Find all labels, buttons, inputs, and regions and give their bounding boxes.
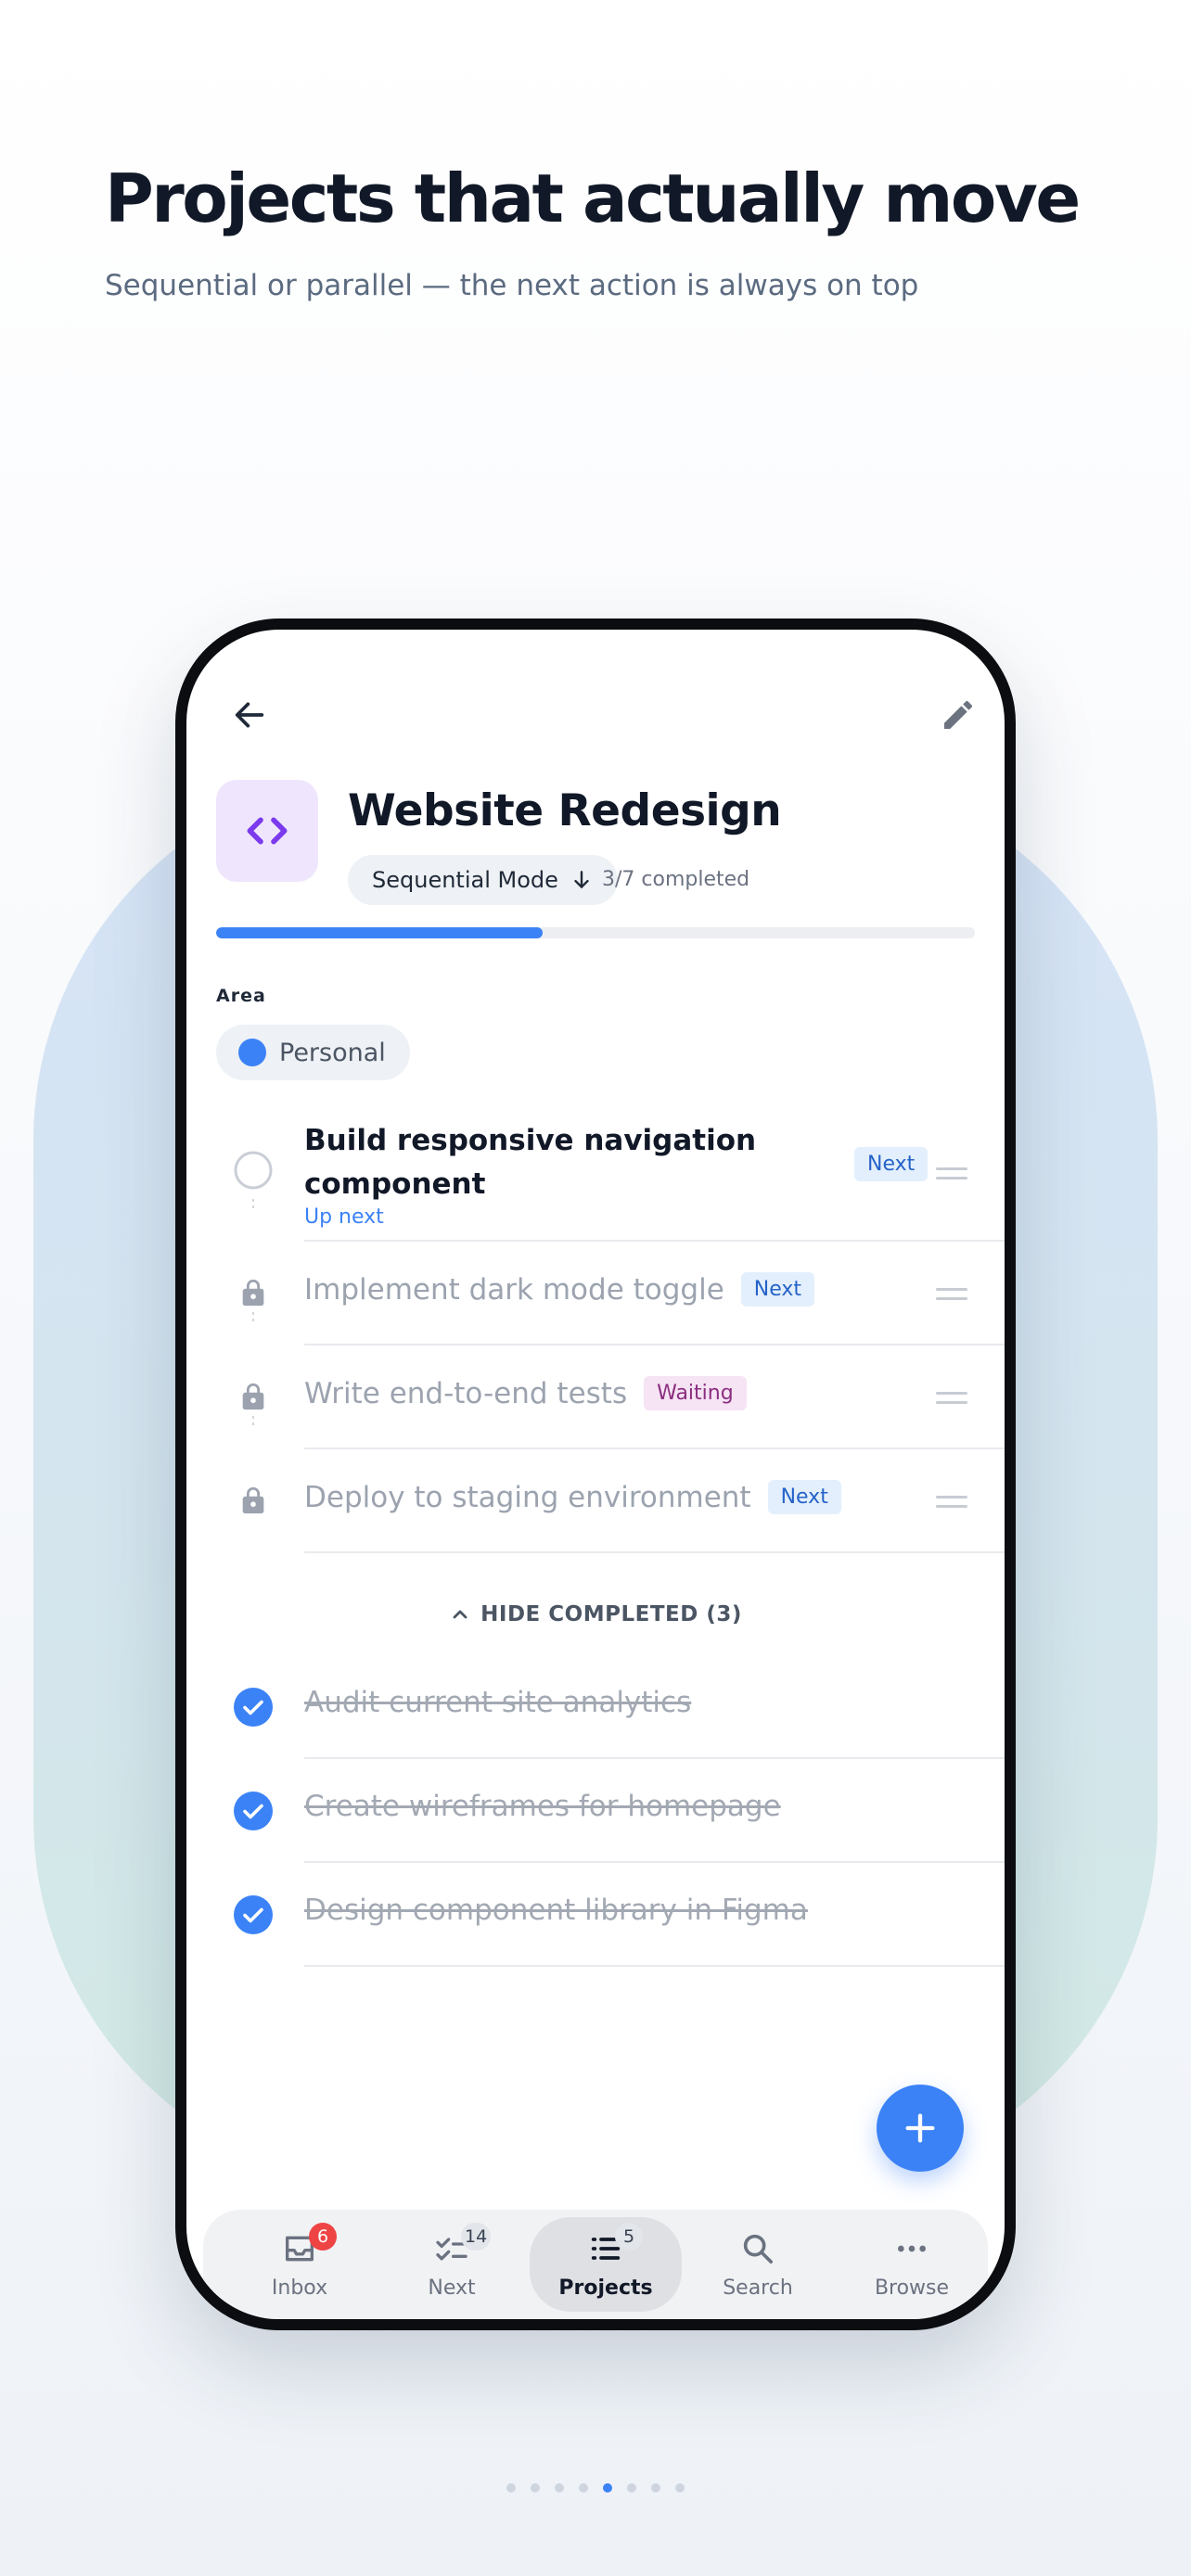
completed-count: 3/7 completed [602,868,750,891]
tab-label: Search [723,2276,793,2300]
area-value: Personal [279,1038,386,1067]
task-row[interactable]: Implement dark mode toggle Next [186,1242,1005,1345]
task-title-text: Deploy to staging environment [304,1480,751,1514]
tab-label: Inbox [271,2276,328,2300]
task-checkbox-checked[interactable] [232,1686,275,1728]
next-count-badge: 14 [461,2223,492,2251]
task-badge-next: Next [854,1147,928,1181]
phone-frame: Website Redesign Sequential Mode 3/7 com… [175,618,1016,2330]
task-lock [232,1375,275,1418]
phone-screen: Website Redesign Sequential Mode 3/7 com… [186,630,1005,2319]
edit-button[interactable] [928,685,988,745]
tab-inbox[interactable]: 6 Inbox [224,2210,376,2319]
completed-task-title: Audit current site analytics [304,1686,692,1719]
bottom-tab-bar: 6 Inbox 14 Next 5 Projects Search Browse [203,2210,988,2319]
task-subtitle: Up next [304,1205,384,1229]
task-title: Write end-to-end tests Waiting [304,1376,747,1410]
completed-task-row[interactable]: Audit current site analytics [186,1655,1005,1759]
area-label: Area [216,986,266,1006]
sequence-connector [252,1312,254,1325]
mode-dropdown[interactable]: Sequential Mode [348,855,618,905]
inbox-count-badge: 6 [309,2223,337,2251]
task-title-text: Write end-to-end tests [304,1376,628,1410]
tab-browse[interactable]: Browse [836,2210,988,2319]
page-dot [506,2483,516,2493]
page-dot [579,2483,588,2493]
drag-handle[interactable] [936,1167,967,1180]
mode-label: Sequential Mode [372,867,558,893]
task-checkbox[interactable] [232,1149,275,1192]
task-title: Deploy to staging environment Next [304,1480,841,1514]
task-title: Build responsive navigation component [304,1124,757,1201]
hide-completed-toggle[interactable]: HIDE COMPLETED (3) [186,1602,1005,1626]
check-circle-icon [234,1688,273,1727]
row-divider [304,1965,1005,1967]
completed-task-title: Design component library in Figma [304,1894,808,1927]
tab-label: Next [428,2276,476,2300]
drag-handle[interactable] [936,1288,967,1301]
task-title-text: Implement dark mode toggle [304,1272,724,1307]
hero-subhead: Sequential or parallel — the next action… [105,269,919,302]
chevron-up-icon [453,1610,467,1619]
task-row[interactable]: Write end-to-end tests Waiting [186,1345,1005,1449]
page-indicator [0,2483,1191,2493]
page-dot [531,2483,540,2493]
more-dots-icon [898,2245,926,2252]
check-circle-icon [234,1792,273,1830]
tab-label: Projects [558,2276,653,2300]
page-dot [603,2483,612,2493]
task-checkbox-checked[interactable] [232,1790,275,1832]
page-dot [675,2483,685,2493]
task-row[interactable]: Deploy to staging environment Next [186,1449,1005,1553]
hide-completed-label: HIDE COMPLETED (3) [480,1602,742,1626]
task-lock [232,1479,275,1522]
task-badge-next: Next [767,1480,841,1514]
project-icon [216,780,318,882]
completed-task-title: Create wireframes for homepage [304,1790,781,1823]
arrow-down-icon [574,871,589,888]
tab-projects[interactable]: 5 Projects [530,2210,682,2319]
lock-icon [242,1486,264,1514]
drag-handle[interactable] [936,1496,967,1509]
sequence-connector [252,1416,254,1429]
tab-label: Browse [874,2276,950,2300]
circle-outline-icon [234,1151,273,1190]
task-title: Implement dark mode toggle Next [304,1272,815,1307]
progress-bar-fill [216,927,543,938]
check-circle-icon [234,1895,273,1934]
project-title: Website Redesign [348,785,782,836]
progress-bar [216,927,975,938]
code-brackets-icon [247,817,288,845]
lock-icon [242,1279,264,1307]
drag-handle[interactable] [936,1392,967,1405]
page-dot [555,2483,564,2493]
arrow-left-icon [235,702,264,728]
search-icon [743,2234,773,2264]
row-divider [304,1551,1005,1553]
lock-icon [242,1383,264,1410]
completed-task-row[interactable]: Design component library in Figma [186,1863,1005,1967]
area-chip[interactable]: Personal [216,1025,410,1080]
page-dot [651,2483,660,2493]
tab-next[interactable]: 14 Next [376,2210,528,2319]
task-lock [232,1271,275,1314]
add-task-button[interactable] [877,2085,964,2172]
task-row[interactable]: Build responsive navigation component Up… [186,1103,1005,1242]
sequence-connector [252,1199,254,1212]
task-checkbox-checked[interactable] [232,1894,275,1936]
back-button[interactable] [220,685,279,745]
page-dot [627,2483,636,2493]
pencil-icon [944,700,973,729]
tab-search[interactable]: Search [682,2210,834,2319]
area-color-dot [238,1039,266,1066]
task-badge-next: Next [740,1272,815,1307]
projects-count-badge: 5 [615,2223,643,2251]
task-badge-waiting: Waiting [644,1376,747,1410]
plus-icon [905,2113,935,2143]
hero-headline: Projects that actually move [105,159,1081,237]
completed-task-row[interactable]: Create wireframes for homepage [186,1759,1005,1863]
